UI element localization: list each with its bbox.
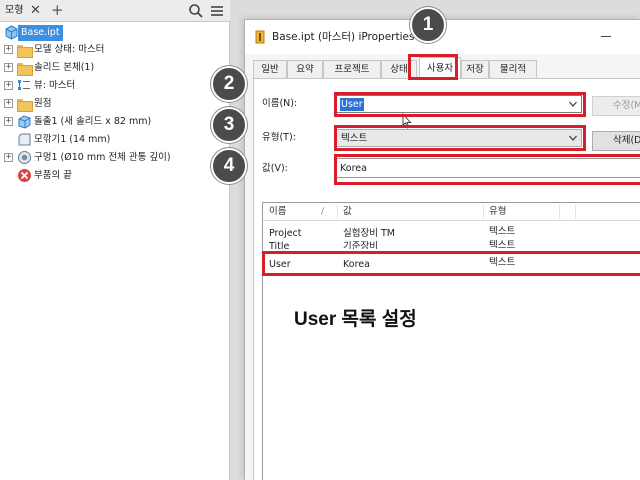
expand-icon[interactable]: + — [4, 153, 13, 162]
tab-close-icon[interactable]: ✕ — [30, 0, 41, 22]
type-label: 유형(T): — [262, 132, 296, 143]
row-name: Title — [269, 241, 290, 249]
caption-text: User 목록 설정 — [294, 309, 417, 330]
menu-icon[interactable] — [209, 3, 225, 19]
tab-summary[interactable]: 요약 — [287, 60, 323, 78]
step-badge-3: 3 — [211, 107, 247, 143]
expand-icon[interactable]: + — [4, 63, 13, 72]
folder-icon — [17, 63, 33, 76]
expand-icon[interactable]: + — [4, 81, 13, 90]
column-header-value[interactable]: 값 — [343, 203, 352, 221]
column-divider[interactable] — [483, 205, 484, 219]
step-badge-2: 2 — [211, 66, 247, 102]
tree-item-hole1[interactable]: + 구멍1 (Ø10 mm 전체 관통 깊이) — [0, 149, 230, 167]
highlight-box-value-field — [334, 154, 640, 185]
custom-property-list[interactable]: 이름 / 값 유형 Project 실험장비 TM 텍스트 Title 기준장비… — [262, 202, 640, 480]
view-icon — [18, 80, 30, 90]
expand-icon[interactable]: + — [4, 45, 13, 54]
row-type: 텍스트 — [489, 240, 516, 248]
extrude-icon — [18, 115, 31, 129]
tree-item-base-ipt[interactable]: Base.ipt — [0, 24, 230, 42]
add-tab-icon[interactable]: + — [51, 0, 64, 22]
column-header-name[interactable]: 이름 — [269, 203, 286, 221]
browser-tab-bar: 모형 ✕ + — [0, 0, 230, 22]
tree-item-model-state[interactable]: + 모델 상태: 마스터 — [0, 41, 230, 59]
delete-button[interactable]: 삭제(D) — [592, 131, 640, 151]
minimize-icon[interactable] — [601, 36, 611, 37]
tab-save[interactable]: 저장 — [461, 60, 489, 78]
tree-item-label: 원점 — [34, 98, 52, 109]
tree-item-origin[interactable]: + 원점 — [0, 95, 230, 113]
folder-icon — [17, 45, 33, 58]
tree-item-fillet1[interactable]: 모깎기1 (14 mm) — [0, 131, 230, 149]
highlight-box-user-row — [262, 251, 640, 276]
tab-general[interactable]: 일반 — [253, 60, 287, 78]
tree-item-label: 뷰: 마스터 — [34, 80, 76, 91]
iproperties-icon — [255, 30, 265, 44]
tree-item-solid-bodies[interactable]: + 솔리드 본체(1) — [0, 59, 230, 77]
tree-item-view[interactable]: + 뷰: 마스터 — [0, 77, 230, 95]
expand-icon[interactable]: + — [4, 99, 13, 108]
tree-item-label: 구멍1 (Ø10 mm 전체 관통 깊이) — [34, 152, 171, 163]
tree-item-label: 모깎기1 (14 mm) — [34, 134, 111, 145]
row-type: 텍스트 — [489, 226, 516, 237]
highlight-box-name-field — [334, 92, 586, 117]
property-list-header: 이름 / 값 유형 — [263, 203, 640, 221]
column-divider[interactable] — [337, 205, 338, 219]
tab-model[interactable]: 모형 — [5, 0, 23, 22]
hole-icon — [18, 151, 31, 164]
step-badge-4: 4 — [211, 148, 247, 184]
tree-item-label: 돌출1 (새 솔리드 x 82 mm) — [34, 116, 152, 127]
row-value: 실험장비 TM — [343, 228, 395, 239]
tree-item-end-of-part[interactable]: 부품의 끝 — [0, 167, 230, 185]
highlight-box-custom-tab — [408, 54, 458, 80]
column-header-type[interactable]: 유형 — [489, 203, 506, 221]
modify-button[interactable]: 수정(M) — [592, 96, 640, 116]
folder-icon — [17, 99, 33, 112]
name-label: 이름(N): — [262, 98, 298, 109]
tree-item-label: Base.ipt — [18, 25, 63, 41]
value-label: 값(V): — [262, 163, 288, 174]
end-of-part-icon — [18, 169, 31, 182]
tab-physical[interactable]: 물리적 — [489, 60, 537, 78]
dialog-title: Base.ipt (마스터) iProperties — [272, 31, 415, 43]
column-divider[interactable] — [575, 205, 576, 219]
tree-item-extrude1[interactable]: + 돌출1 (새 솔리드 x 82 mm) — [0, 113, 230, 131]
model-browser-panel: 모형 ✕ + Base.ipt + 모델 상태: 마스터 + 솔리드 본체(1)… — [0, 0, 230, 480]
sort-indicator-icon: / — [321, 207, 325, 217]
tree-item-label: 부품의 끝 — [34, 170, 72, 181]
row-name: Project — [269, 228, 302, 239]
tree-item-label: 솔리드 본체(1) — [34, 62, 95, 73]
column-divider[interactable] — [559, 205, 560, 219]
expand-icon[interactable]: + — [4, 117, 13, 126]
part-file-icon — [5, 25, 18, 40]
tab-project[interactable]: 프로젝트 — [323, 60, 381, 78]
search-icon[interactable] — [188, 3, 204, 19]
tree-item-label: 모델 상태: 마스터 — [34, 44, 105, 55]
row-value: 기준장비 — [343, 241, 378, 249]
step-badge-1: 1 — [410, 7, 446, 43]
fillet-icon — [18, 133, 31, 146]
highlight-box-type-field — [334, 125, 586, 151]
